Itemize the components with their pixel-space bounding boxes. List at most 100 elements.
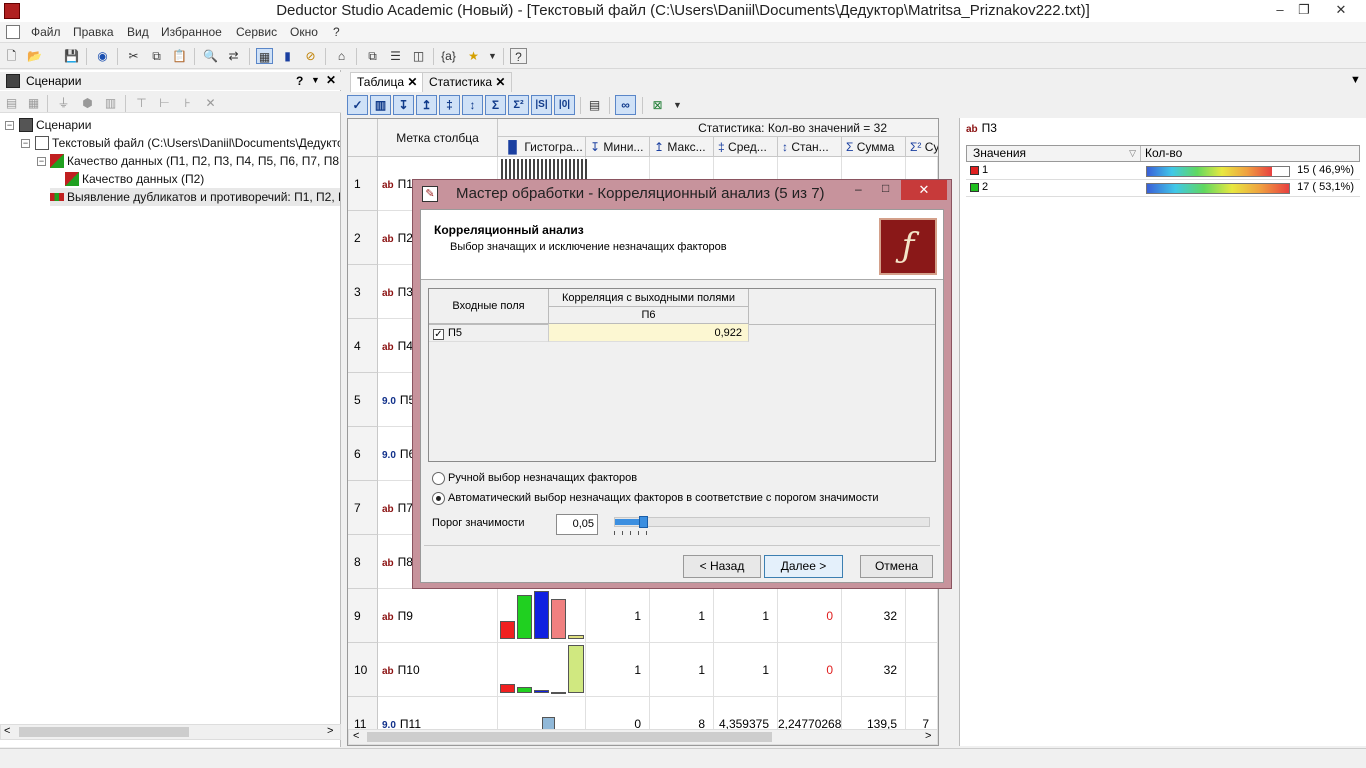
max-icon[interactable]: ↥ <box>416 95 437 115</box>
col-std[interactable]: ↕ Стан... <box>778 137 842 157</box>
save-icon[interactable]: 💾 <box>63 48 80 64</box>
visualizer-icon[interactable]: ⬢ <box>79 95 96 111</box>
tabs-dropdown-icon[interactable]: ▼ <box>1350 74 1361 86</box>
tile-horizontal-icon[interactable]: ☰ <box>387 48 404 64</box>
menu-service[interactable]: Сервис <box>236 25 277 39</box>
favorites-star-icon[interactable]: ★ <box>465 48 482 64</box>
col-min[interactable]: ↧ Мини... <box>586 137 650 157</box>
histogram-icon[interactable]: ▥ <box>370 95 391 115</box>
abs-sum-icon[interactable]: |S| <box>531 95 552 115</box>
slider-thumb[interactable] <box>639 516 648 528</box>
scroll-left-icon[interactable]: < <box>4 725 10 737</box>
apply-check-icon[interactable]: ✓ <box>347 95 368 115</box>
cut-icon[interactable]: ✂ <box>125 48 142 64</box>
tree-item-data-quality-p2[interactable]: Качество данных (П2) <box>65 170 204 188</box>
grid-horizontal-scrollbar[interactable]: < > <box>348 729 938 745</box>
radio-manual-label[interactable]: Ручной выбор незначащих факторов <box>448 472 637 484</box>
menu-file[interactable]: Файл <box>31 25 61 39</box>
menu-view[interactable]: Вид <box>127 25 149 39</box>
tree-move-icon[interactable]: ⊤ <box>133 95 150 111</box>
menu-help[interactable]: ? <box>333 25 340 39</box>
minimize-icon[interactable]: – <box>1268 0 1292 20</box>
tab-table[interactable]: Таблица ✕ <box>350 72 425 92</box>
left-horizontal-scrollbar[interactable]: < > <box>0 724 341 740</box>
tree-collapse-icon[interactable]: − <box>21 139 30 148</box>
restore-icon[interactable]: ❐ <box>1292 0 1316 20</box>
tab-close-icon[interactable]: ✕ <box>495 75 505 89</box>
stop-icon[interactable]: ⊘ <box>302 48 319 64</box>
chevron-down-icon[interactable]: ▼ <box>484 48 501 64</box>
col-output-p6[interactable]: П6 <box>549 307 749 324</box>
scroll-left-icon[interactable]: < <box>353 730 359 742</box>
std-icon[interactable]: ↕ <box>462 95 483 115</box>
next-button[interactable]: Далее > <box>764 555 843 578</box>
glasses-icon[interactable]: ∞ <box>615 95 636 115</box>
scroll-right-icon[interactable]: > <box>925 730 931 742</box>
settings-icon[interactable]: ▤ <box>586 97 603 113</box>
row-label[interactable]: ab П9 <box>378 589 498 643</box>
new-icon[interactable]: 🗋 <box>3 48 20 64</box>
panel-close-icon[interactable]: ✕ <box>326 73 336 87</box>
dialog-minimize-icon[interactable]: – <box>855 182 862 196</box>
delete-icon[interactable]: ✕ <box>202 95 219 111</box>
col-label-header[interactable]: Метка столбца <box>378 119 498 157</box>
tab-close-icon[interactable]: ✕ <box>407 75 417 89</box>
find-icon[interactable]: 🔍 <box>202 48 219 64</box>
col-input-fields[interactable]: Входные поля <box>429 289 549 324</box>
panel-menu-icon[interactable]: ▼ <box>311 75 320 85</box>
grid-hscroll-thumb[interactable] <box>367 732 772 742</box>
radio-auto[interactable] <box>432 492 445 505</box>
dialog-maximize-icon[interactable]: □ <box>882 181 889 195</box>
threshold-slider[interactable] <box>614 516 930 528</box>
scenarios-panel-icon[interactable]: ▦ <box>256 48 273 64</box>
value-row[interactable]: 2 17 ( 53,1%) <box>966 180 1360 197</box>
close-icon[interactable]: ✕ <box>1318 0 1364 20</box>
cascade-icon[interactable]: ⧉ <box>364 48 381 64</box>
value-row[interactable]: 1 15 ( 46,9%) <box>966 163 1360 180</box>
excel-export-icon[interactable]: ⊠ <box>649 97 666 113</box>
mean-icon[interactable]: ‡ <box>439 95 460 115</box>
handler-icon[interactable]: ⏚ <box>55 95 72 111</box>
col-sum[interactable]: Σ Сумма <box>842 137 906 157</box>
col-max[interactable]: ↥ Макс... <box>650 137 714 157</box>
tree-branch-icon[interactable]: ⊢ <box>156 95 173 111</box>
col-histogram[interactable]: ▐▌ Гистогра... <box>498 137 586 157</box>
tile-vertical-icon[interactable]: ◫ <box>410 48 427 64</box>
tree-collapse-icon[interactable]: − <box>37 157 46 166</box>
panel-help-icon[interactable]: ? <box>296 74 303 88</box>
home-icon[interactable]: ⌂ <box>333 48 350 64</box>
copy-icon[interactable]: ⧉ <box>148 48 165 64</box>
help-icon[interactable]: ? <box>510 48 527 64</box>
open-icon[interactable]: 📂 <box>26 48 43 64</box>
cancel-button[interactable]: Отмена <box>860 555 933 578</box>
internet-icon[interactable]: ◉ <box>94 48 111 64</box>
menu-edit[interactable]: Правка <box>73 25 114 39</box>
tree-item-data-quality[interactable]: Качество данных (П1, П2, П3, П4, П5, П6,… <box>50 152 340 170</box>
dialog-close-button[interactable]: ✕ <box>901 180 947 200</box>
radio-auto-label[interactable]: Автоматический выбор незначащих факторов… <box>448 492 879 504</box>
scroll-thumb[interactable] <box>19 727 189 737</box>
min-icon[interactable]: ↧ <box>393 95 414 115</box>
row-label[interactable]: ab П10 <box>378 643 498 697</box>
col-mean[interactable]: ‡ Сред... <box>714 137 778 157</box>
doc-icon[interactable] <box>6 25 20 39</box>
field-checkbox[interactable]: ✓ <box>433 329 444 340</box>
wizard-icon[interactable]: ▤ <box>3 95 20 111</box>
tab-statistics[interactable]: Статистика ✕ <box>422 72 513 92</box>
page-icon[interactable]: ▮ <box>279 48 296 64</box>
tree-item-textfile[interactable]: Текстовый файл (C:\Users\Daniil\Document… <box>35 134 340 152</box>
variables-icon[interactable]: {a} <box>440 48 457 64</box>
tree-sub-icon[interactable]: ⊦ <box>179 95 196 111</box>
zero-icon[interactable]: |0| <box>554 95 575 115</box>
sum-squares-icon[interactable]: Σ² <box>508 95 529 115</box>
filter-icon[interactable]: ▽ <box>1129 146 1136 161</box>
paste-icon[interactable]: 📋 <box>171 48 188 64</box>
tree-item-root[interactable]: Сценарии <box>19 116 91 134</box>
back-button[interactable]: < Назад <box>683 555 761 578</box>
replace-icon[interactable]: ⇄ <box>225 48 242 64</box>
export-icon[interactable]: ▥ <box>102 95 119 111</box>
threshold-input[interactable]: 0,05 <box>556 514 598 535</box>
radio-manual[interactable] <box>432 472 445 485</box>
import-icon[interactable]: ▦ <box>25 95 42 111</box>
scroll-right-icon[interactable]: > <box>327 725 333 737</box>
